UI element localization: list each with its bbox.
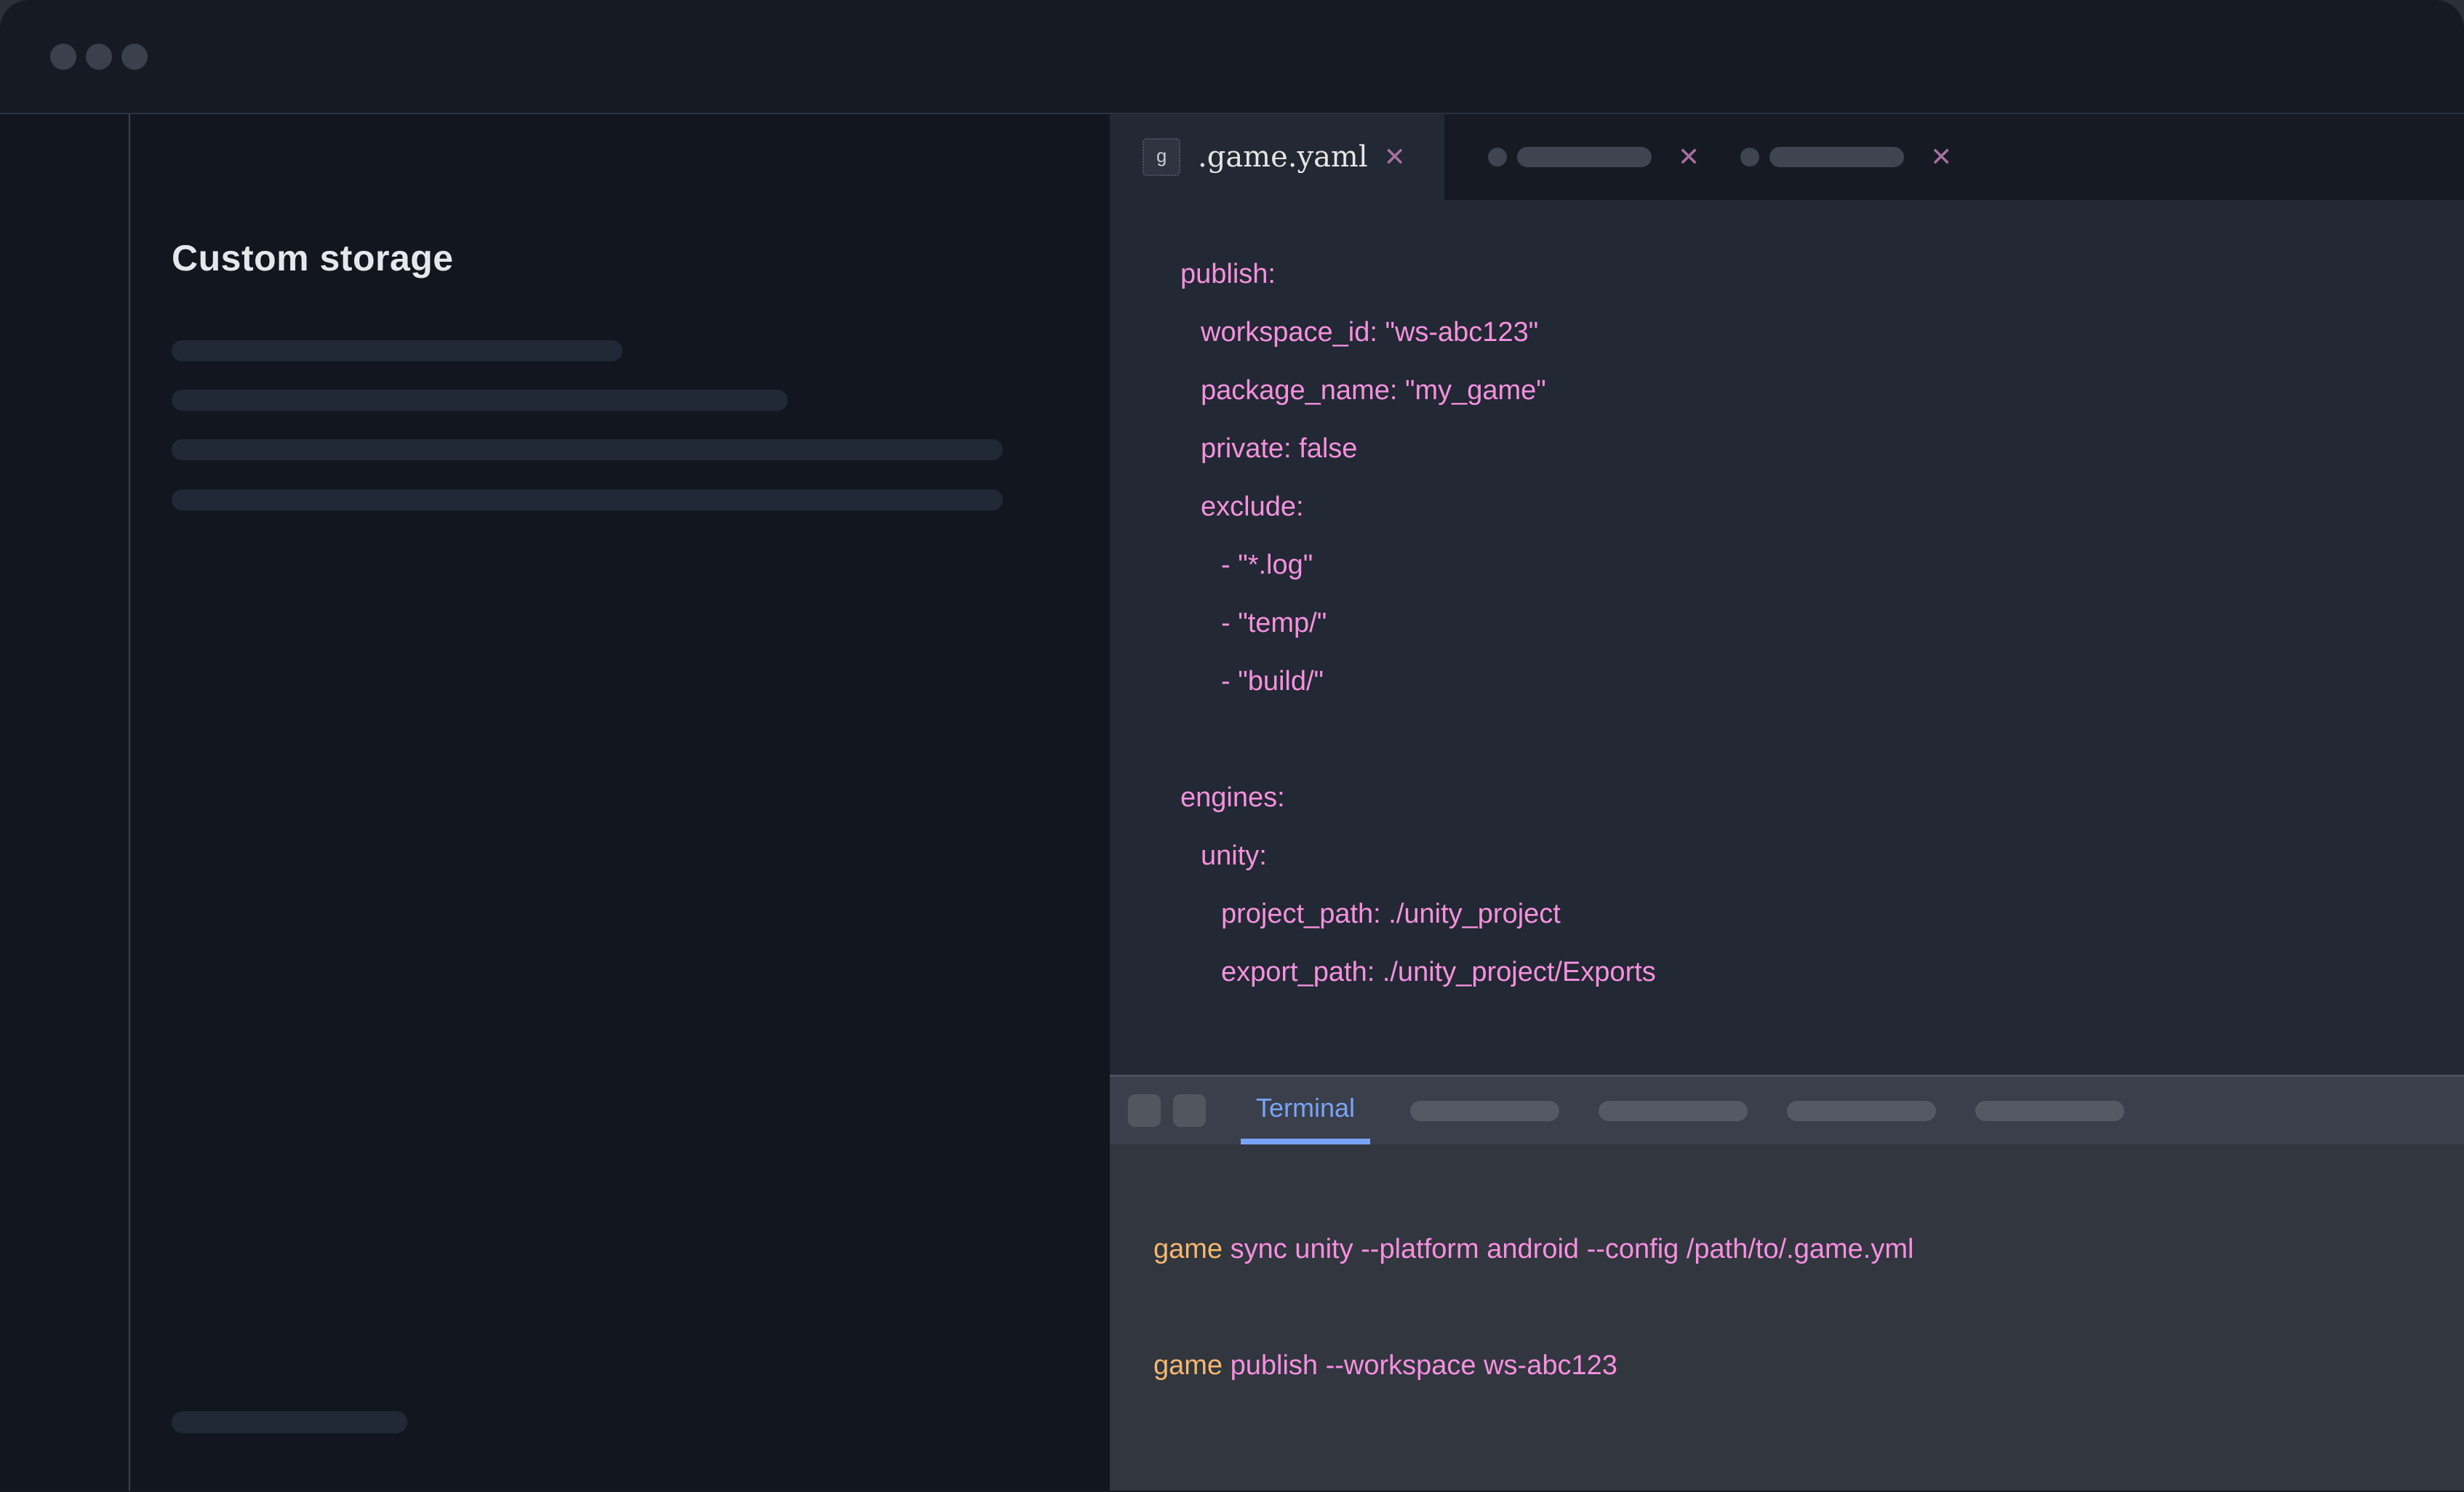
activity-rail — [0, 114, 130, 1491]
code-line: - "temp/" — [1180, 594, 2464, 652]
tab-placeholder-dot — [1740, 148, 1759, 167]
sidebar-skeleton-bar — [172, 439, 1003, 460]
code-line: publish: — [1180, 245, 2464, 303]
code-line — [1180, 710, 2464, 769]
terminal-output[interactable]: game sync unity --platform android --con… — [1110, 1144, 2464, 1491]
terminal-tab-placeholder[interactable] — [1975, 1101, 2124, 1121]
sidebar-skeleton-bar — [172, 390, 788, 411]
code-line: - "*.log" — [1180, 536, 2464, 594]
code-line: project_path: ./unity_project — [1180, 885, 2464, 943]
sidebar-title: Custom storage — [172, 237, 1110, 279]
sidebar-skeleton-bar — [172, 489, 1003, 510]
window-dot-icon[interactable] — [121, 44, 148, 70]
tab-placeholder-1[interactable]: ✕ — [1488, 114, 1700, 200]
command-args: publish --workspace ws-abc123 — [1223, 1350, 1617, 1381]
code-editor[interactable]: publish: workspace_id: "ws-abc123" packa… — [1110, 200, 2464, 1075]
close-icon[interactable]: ✕ — [1384, 144, 1406, 170]
code-line: unity: — [1180, 827, 2464, 885]
code-line: exclude: — [1180, 478, 2464, 536]
window-titlebar — [0, 0, 2464, 114]
editor-tab-bar: g .game.yaml ✕ ✕ ✕ — [1110, 114, 2464, 200]
terminal-square-button[interactable] — [1128, 1094, 1161, 1127]
command-keyword: game — [1153, 1350, 1223, 1381]
terminal-command: game publish --workspace ws-abc123 — [1153, 1336, 2464, 1395]
yaml-file-icon: g — [1143, 138, 1180, 176]
terminal-command: game sync unity --platform android --con… — [1153, 1220, 2464, 1278]
code-line: package_name: "my_game" — [1180, 361, 2464, 420]
command-args: sync unity --platform android --config /… — [1223, 1234, 1913, 1264]
terminal-tab-placeholder[interactable] — [1410, 1101, 1559, 1121]
code-line: - "build/" — [1180, 652, 2464, 710]
sidebar-skeleton-bar-bottom — [172, 1411, 407, 1433]
terminal-tab-placeholder[interactable] — [1599, 1101, 1748, 1121]
window-dot-icon[interactable] — [86, 44, 112, 70]
code-line: workspace_id: "ws-abc123" — [1180, 303, 2464, 361]
close-icon[interactable]: ✕ — [1678, 144, 1700, 170]
window-dot-icon[interactable] — [50, 44, 76, 70]
code-line: private: false — [1180, 420, 2464, 478]
tab-placeholder-pill — [1517, 147, 1652, 167]
sidebar-skeleton-bar — [172, 340, 623, 361]
tab-terminal[interactable]: Terminal — [1241, 1077, 1370, 1144]
close-icon[interactable]: ✕ — [1930, 144, 1952, 170]
sidebar: Custom storage — [130, 114, 1110, 1491]
code-line: engines: — [1180, 769, 2464, 827]
terminal-tab-placeholder[interactable] — [1787, 1101, 1936, 1121]
app-window: Custom storage g .game.yaml ✕ ✕ — [0, 0, 2464, 1492]
tab-placeholder-2[interactable]: ✕ — [1740, 114, 1952, 200]
terminal-square-button[interactable] — [1173, 1094, 1206, 1127]
tab-placeholder-dot — [1488, 148, 1507, 167]
terminal-header: Terminal — [1110, 1075, 2464, 1144]
command-keyword: game — [1153, 1234, 1223, 1264]
tab-label: .game.yaml — [1198, 140, 1368, 174]
code-line: export_path: ./unity_project/Exports — [1180, 943, 2464, 1001]
tab-game-yaml[interactable]: g .game.yaml ✕ — [1110, 114, 1444, 200]
tab-placeholder-pill — [1769, 147, 1904, 167]
